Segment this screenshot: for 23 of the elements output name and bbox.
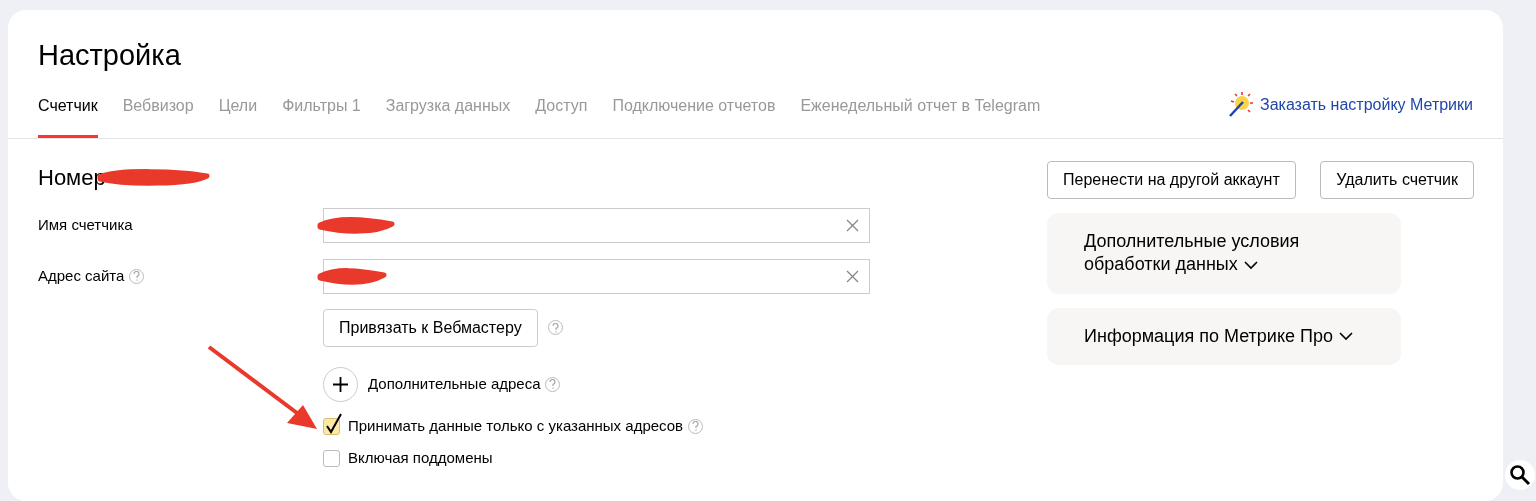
checkbox-label: Включая поддомены <box>348 448 493 469</box>
checkbox[interactable] <box>323 450 340 468</box>
action-button[interactable]: Удалить счетчик <box>1320 160 1474 199</box>
field-label: Имя счетчика <box>38 215 133 236</box>
tab[interactable]: Счетчик <box>38 97 98 138</box>
search-button[interactable] <box>1505 460 1535 490</box>
action-button[interactable]: Перенести на другой аккаунт <box>1047 160 1296 199</box>
checkbox-label: Принимать данные только с указанных адресов <box>348 415 684 436</box>
info-panel[interactable]: Дополнительные условия обработки данных <box>1047 212 1401 294</box>
field-label: Адрес сайта <box>38 266 125 287</box>
page-title: Настройка <box>37 38 182 73</box>
add-button[interactable] <box>323 366 358 402</box>
clear-icon[interactable] <box>846 269 859 283</box>
redaction-mark <box>316 266 388 287</box>
panel-title: Дополнительные условия обработки данных <box>1084 230 1300 275</box>
additional-addresses-label: Дополнительные адреса <box>368 374 541 395</box>
promo-link[interactable]: Заказать настройку Метрики <box>1225 90 1473 138</box>
search-icon <box>1509 464 1531 486</box>
clear-icon[interactable] <box>846 218 859 232</box>
panel-title: Информация по Метрике Про <box>1084 325 1333 346</box>
info-panel[interactable]: Информация по Метрике Про <box>1047 307 1401 365</box>
plus-icon <box>333 376 348 392</box>
webmaster-button[interactable]: Привязать к Вебмастеру <box>323 308 538 347</box>
